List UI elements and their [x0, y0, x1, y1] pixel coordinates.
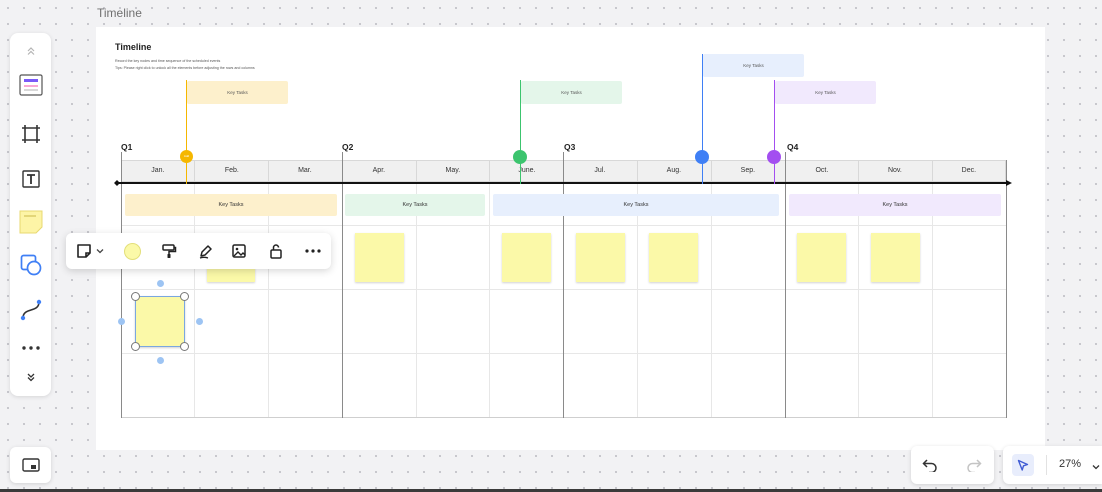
- grid-line: [489, 182, 490, 418]
- month-label-oct: Oct.: [815, 167, 829, 174]
- key-tasks-band-q4[interactable]: Key Tasks: [789, 194, 1001, 216]
- chevron-up-icon[interactable]: [16, 36, 45, 65]
- sticky-note[interactable]: [355, 233, 404, 282]
- history-panel: [911, 446, 994, 484]
- key-tasks-band-q3[interactable]: Key Tasks: [493, 194, 779, 216]
- more-icon[interactable]: [302, 240, 324, 262]
- connector-anchor-left[interactable]: [118, 318, 125, 325]
- milestone-flag[interactable]: Key Tasks: [775, 81, 876, 104]
- milestone-dot-blue[interactable]: [695, 150, 709, 164]
- unlock-icon[interactable]: [265, 240, 287, 262]
- frame-label[interactable]: Timeline: [97, 6, 142, 20]
- selected-sticky-note[interactable]: [135, 296, 185, 347]
- chevron-down-icon[interactable]: [94, 240, 106, 262]
- view-panel: 27%: [1003, 446, 1102, 484]
- key-tasks-band-q1[interactable]: Key Tasks: [125, 194, 337, 216]
- zoom-level[interactable]: 27%: [1059, 458, 1081, 470]
- resize-handle-top-left[interactable]: [131, 292, 140, 301]
- quarter-divider: [1006, 160, 1007, 418]
- image-icon[interactable]: [228, 240, 250, 262]
- sticky-note[interactable]: [797, 233, 846, 282]
- timeline-description: Record the key nodes and time sequence o…: [115, 59, 221, 63]
- grid-line: [268, 182, 269, 418]
- month-label-jul: Jul.: [594, 167, 606, 174]
- connector-anchor-top[interactable]: [157, 280, 164, 287]
- cursor-arrow-icon: [1017, 459, 1029, 471]
- redo-icon[interactable]: [963, 454, 985, 476]
- milestone-flag[interactable]: Key Tasks: [521, 81, 622, 104]
- connector-anchor-right[interactable]: [196, 318, 203, 325]
- quarter-label-q4: Q4: [787, 142, 799, 152]
- sticky-note[interactable]: [871, 233, 920, 282]
- grid-line: [416, 182, 417, 418]
- undo-icon[interactable]: [919, 454, 941, 476]
- month-label-apr: Apr.: [372, 167, 386, 174]
- grid-line: [932, 182, 933, 418]
- timeline-title: Timeline: [115, 42, 152, 52]
- timeline-axis: [116, 182, 1010, 184]
- milestone-flag[interactable]: Key Tasks: [703, 54, 804, 77]
- month-label-feb: Feb.: [224, 167, 239, 174]
- milestone-dot-orange[interactable]: Add: [180, 150, 193, 163]
- select-tool-button[interactable]: [1012, 454, 1034, 476]
- divider: [1046, 455, 1047, 475]
- sticky-note[interactable]: [576, 233, 625, 282]
- minimap-icon: [21, 458, 40, 472]
- timeline-tips: Tips: Please right click to unlock all t…: [115, 66, 255, 70]
- grid-line: [711, 182, 712, 418]
- sticky-note-shape-icon[interactable]: [73, 240, 95, 262]
- connector-anchor-bottom[interactable]: [157, 357, 164, 364]
- text-icon[interactable]: [16, 164, 45, 193]
- quarter-divider: [785, 152, 786, 418]
- resize-handle-bottom-right[interactable]: [180, 342, 189, 351]
- grid-line: [858, 182, 859, 418]
- sticky-note-icon[interactable]: [16, 207, 45, 236]
- template-icon[interactable]: [16, 70, 45, 99]
- month-label-june: June.: [518, 167, 536, 174]
- quarter-label-q3: Q3: [564, 142, 576, 152]
- month-label-mar: Mar.: [298, 167, 312, 174]
- timeline-axis-arrowhead: [1006, 180, 1012, 186]
- sticky-note[interactable]: [502, 233, 551, 282]
- month-label-may: May.: [445, 167, 461, 174]
- left-toolbar: [10, 33, 51, 396]
- chevron-down-icon[interactable]: [1091, 459, 1101, 477]
- minimap-button[interactable]: [10, 447, 51, 483]
- month-label-dec: Dec.: [961, 167, 977, 174]
- milestone-flag[interactable]: Key Tasks: [187, 81, 288, 104]
- pen-icon[interactable]: [195, 240, 217, 262]
- quarter-divider: [563, 152, 564, 418]
- resize-handle-bottom-left[interactable]: [131, 342, 140, 351]
- grid-line: [637, 182, 638, 418]
- resize-handle-top-right[interactable]: [180, 292, 189, 301]
- sticky-note[interactable]: [649, 233, 698, 282]
- quarter-divider: [342, 152, 343, 418]
- connector-icon[interactable]: [16, 295, 45, 324]
- fill-color-icon[interactable]: [121, 240, 143, 262]
- key-tasks-band-q2[interactable]: Key Tasks: [345, 194, 485, 216]
- quarter-label-q2: Q2: [342, 142, 354, 152]
- quarter-label-q1: Q1: [121, 142, 133, 152]
- milestone-dot-green[interactable]: [513, 150, 527, 164]
- frame-icon[interactable]: [16, 119, 45, 148]
- month-label-nov: Nov.: [887, 167, 902, 174]
- month-label-jan: Jan.: [151, 167, 165, 174]
- grid-line: [194, 182, 195, 418]
- context-toolbar: [66, 233, 331, 269]
- format-painter-icon[interactable]: [158, 240, 180, 262]
- quarter-divider: [121, 152, 122, 418]
- milestone-dot-purple[interactable]: [767, 150, 781, 164]
- shapes-icon[interactable]: [16, 250, 45, 279]
- chevron-double-down-icon[interactable]: [16, 362, 45, 391]
- more-icon[interactable]: [16, 333, 45, 362]
